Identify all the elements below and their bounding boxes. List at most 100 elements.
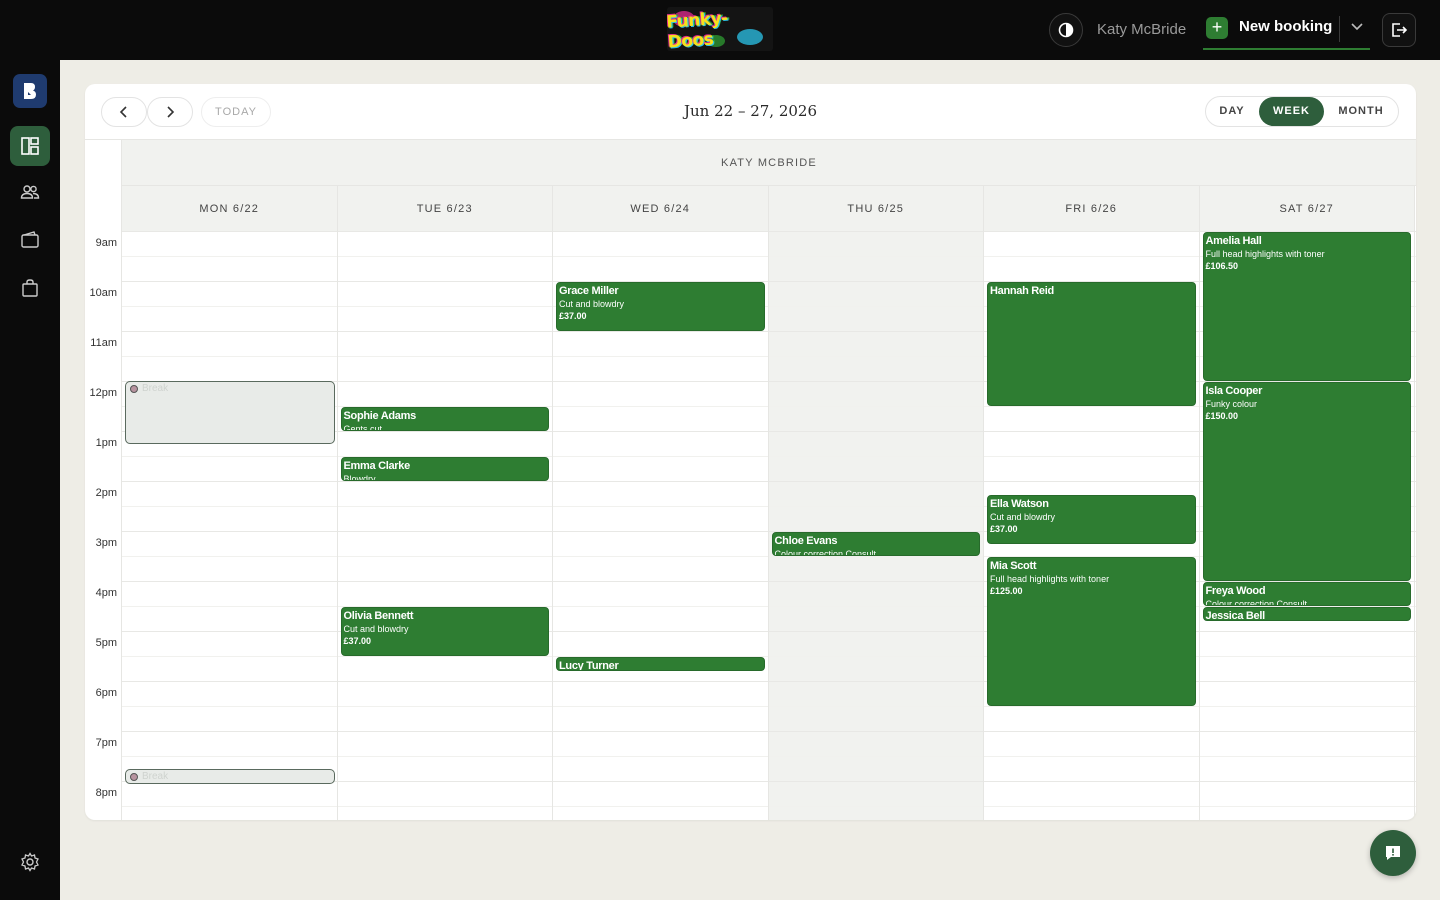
column-divider xyxy=(1414,231,1415,820)
appointment-service: Full head highlights with toner xyxy=(1205,249,1325,259)
column-divider xyxy=(121,231,122,820)
appointment-service: Colour correction Consult xyxy=(1205,599,1308,606)
chat-icon xyxy=(1386,846,1400,860)
calendar-header: KATY MCBRIDE MON 6/22 TUE 6/23 WED 6/24 THU… xyxy=(85,139,1416,232)
appointment-block[interactable]: Mia Scott Full head highlights with toner… xyxy=(987,557,1196,706)
dashboard-icon xyxy=(21,137,39,155)
appointment-service: Cut and blowdry xyxy=(343,624,409,634)
appointment-service: Cut and blowdry xyxy=(990,511,1056,522)
brand-logo[interactable]: Funky-Doos xyxy=(667,7,773,51)
appointment-client: Chloe Evans xyxy=(774,535,838,547)
appointment-client: Emma Clarke xyxy=(343,460,411,472)
theme-toggle-icon xyxy=(1058,22,1074,38)
appointment-service: Funky colour xyxy=(1205,399,1258,409)
grid-line xyxy=(122,756,1416,757)
theme-toggle-button[interactable] xyxy=(1049,13,1083,47)
new-booking-button[interactable]: + New booking xyxy=(1203,13,1370,50)
appointment-service: Blowdry xyxy=(343,474,376,481)
day-header[interactable]: THU 6/25 xyxy=(768,186,984,232)
grid-line xyxy=(122,631,1416,632)
column-divider xyxy=(336,231,338,820)
feedback-chat-button[interactable] xyxy=(1370,830,1416,876)
calendar-card: TODAY Jun 22 – 27, 2026 DAY WEEK MONTH K… xyxy=(85,84,1416,820)
new-booking-label: New booking xyxy=(1239,18,1333,35)
appointment-block[interactable]: Ella Watson Cut and blowdry £37.00 xyxy=(987,494,1196,544)
sidebar xyxy=(0,60,60,900)
sidebar-brand[interactable] xyxy=(13,74,47,108)
appointment-price: £125.00 xyxy=(990,586,1023,596)
appointment-block[interactable]: Emma Clarke Blowdry xyxy=(340,457,549,481)
chevron-down-icon[interactable] xyxy=(1349,18,1365,34)
appointment-client: Lucy Turner xyxy=(559,660,619,671)
grid-line xyxy=(122,656,1416,657)
view-week-button[interactable]: WEEK xyxy=(1259,97,1324,126)
plus-icon: + xyxy=(1206,17,1228,39)
column-divider xyxy=(983,231,984,820)
appointment-block[interactable]: Chloe Evans Colour correction Consult xyxy=(771,532,980,556)
day-header[interactable]: FRI 6/26 xyxy=(984,186,1200,232)
time-label: 10am xyxy=(89,287,117,299)
appointment-block[interactable]: Sophie Adams Gents cut xyxy=(340,407,549,431)
column-divider xyxy=(1198,231,1200,820)
sidebar-item-wallet[interactable] xyxy=(10,220,50,260)
time-label: 4pm xyxy=(95,587,117,599)
sidebar-item-settings[interactable] xyxy=(10,842,50,882)
day-header[interactable]: MON 6/22 xyxy=(122,186,338,232)
sidebar-item-calendar[interactable] xyxy=(10,126,50,166)
wallet-icon xyxy=(21,231,39,248)
appointment-price: £37.00 xyxy=(559,311,587,321)
view-month-button[interactable]: MONTH xyxy=(1326,97,1396,126)
appointment-block[interactable]: Amelia Hall Full head highlights with ton… xyxy=(1202,232,1411,381)
appointment-block[interactable]: Jessica Bell xyxy=(1202,607,1411,621)
appointment-block[interactable]: Lucy Turner xyxy=(556,657,765,671)
appointment-client: Sophie Adams xyxy=(343,410,417,422)
grid-line xyxy=(122,731,1416,732)
logo-text: Funky-Doos xyxy=(667,8,729,51)
appointment-client: Ella Watson xyxy=(990,497,1049,510)
staff-header: KATY MCBRIDE xyxy=(122,140,1416,186)
time-label: 3pm xyxy=(95,537,117,549)
sidebar-item-shop[interactable] xyxy=(10,268,50,308)
appointment-block[interactable]: Freya Wood Colour correction Consult xyxy=(1202,582,1411,606)
appointment-block[interactable]: Grace Miller Cut and blowdry £37.00 xyxy=(556,282,765,331)
time-label: 7pm xyxy=(95,737,117,749)
break-block[interactable]: Break xyxy=(125,768,335,784)
appointment-price: £37.00 xyxy=(990,523,1018,534)
grid-line xyxy=(122,706,1416,707)
appointment-client: Mia Scott xyxy=(990,560,1037,572)
column-divider xyxy=(767,231,769,820)
break-avatar-icon xyxy=(130,385,138,393)
break-label: Break xyxy=(142,383,169,394)
day-header[interactable]: SAT 6/27 xyxy=(1199,186,1415,232)
grid-line xyxy=(122,681,1416,682)
appointment-block[interactable]: Hannah Reid xyxy=(987,282,1196,406)
calendar-grid[interactable]: 9am 10am 11am 12pm 1pm 2pm 3pm 4pm 5pm 6pm 7pm 8pm B… xyxy=(85,231,1416,820)
appointment-block[interactable]: Isla Cooper Funky colour £150.00 xyxy=(1202,382,1411,581)
day-header[interactable]: WED 6/24 xyxy=(553,186,769,232)
break-block[interactable]: Break xyxy=(125,381,335,444)
time-label: 1pm xyxy=(95,437,117,449)
appointment-service: Cut and blowdry xyxy=(559,299,625,309)
brand-logo-icon xyxy=(24,83,36,99)
appointment-service: Colour correction Consult xyxy=(774,549,877,556)
time-label: 9am xyxy=(95,237,117,249)
users-icon xyxy=(20,185,40,199)
top-bar: Funky-Doos Katy McBride + New booking xyxy=(0,0,1440,60)
appointment-client: Grace Miller xyxy=(559,285,619,297)
time-gutter-header xyxy=(85,140,122,232)
break-avatar-icon xyxy=(130,772,138,781)
gear-icon xyxy=(21,852,39,872)
view-toggle: DAY WEEK MONTH xyxy=(1205,96,1399,127)
sidebar-item-clients[interactable] xyxy=(10,172,50,212)
day-header[interactable]: TUE 6/23 xyxy=(337,186,553,232)
time-label: 11am xyxy=(90,337,117,349)
time-label: 12pm xyxy=(89,387,117,399)
logout-button[interactable] xyxy=(1382,13,1416,47)
appointment-block[interactable]: Olivia Bennett Cut and blowdry £37.00 xyxy=(340,607,549,656)
time-label: 6pm xyxy=(95,687,117,699)
user-name[interactable]: Katy McBride xyxy=(1097,21,1186,38)
column-divider xyxy=(552,231,553,820)
time-label: 5pm xyxy=(95,637,117,649)
appointment-client: Amelia Hall xyxy=(1205,235,1262,247)
view-day-button[interactable]: DAY xyxy=(1209,97,1255,126)
